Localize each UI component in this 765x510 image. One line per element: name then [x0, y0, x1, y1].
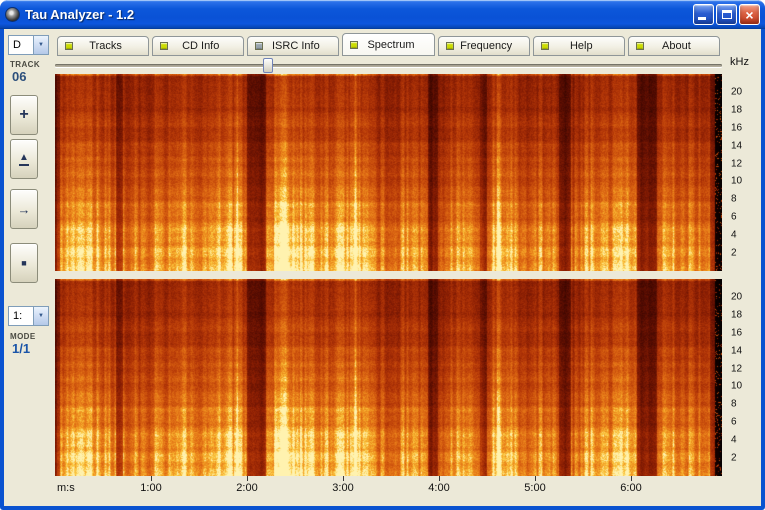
time-tick-mark: [247, 476, 248, 481]
tab-led-icon: [160, 42, 168, 50]
slider-thumb[interactable]: [263, 58, 273, 73]
freq-tick: 12: [731, 363, 742, 374]
freq-tick: 14: [731, 140, 742, 151]
freq-tick: 6: [731, 212, 737, 223]
time-tick-label: 2:00: [236, 482, 257, 494]
stop-button[interactable]: ■: [10, 243, 38, 283]
plus-button[interactable]: +: [10, 95, 38, 135]
freq-tick: 16: [731, 122, 742, 133]
tab-bar: Tracks CD Info ISRC Info Spectrum Freque…: [57, 33, 720, 56]
titlebar[interactable]: Tau Analyzer - 1.2 ×: [0, 0, 765, 29]
time-tick-mark: [535, 476, 536, 481]
freq-tick: 18: [731, 309, 742, 320]
tab-label: Spectrum: [364, 39, 433, 51]
time-tick-label: 4:00: [428, 482, 449, 494]
freq-axis-ch1: 20 18 16 14 12 10 8 6 4 2: [726, 74, 753, 271]
spectrogram-channel-2: [55, 279, 722, 476]
tab-isrc-info[interactable]: ISRC Info: [247, 36, 339, 56]
time-tick-label: 3:00: [332, 482, 353, 494]
freq-tick: 12: [731, 158, 742, 169]
freq-tick: 18: [731, 104, 742, 115]
mode-value: 1/1: [12, 341, 30, 356]
freq-tick: 10: [731, 381, 742, 392]
eject-button[interactable]: ▲: [10, 139, 38, 179]
freq-tick: 2: [731, 453, 737, 464]
tab-led-icon: [350, 41, 358, 49]
tab-led-icon: [65, 42, 73, 50]
tab-led-icon: [636, 42, 644, 50]
maximize-icon: [722, 10, 732, 19]
tab-label: ISRC Info: [269, 40, 338, 52]
freq-tick: 2: [731, 248, 737, 259]
freq-tick: 4: [731, 230, 737, 241]
tab-about[interactable]: About: [628, 36, 720, 56]
minimize-icon: [698, 17, 706, 20]
tab-cd-info[interactable]: CD Info: [152, 36, 244, 56]
tab-label: Help: [555, 40, 624, 52]
time-tick-mark: [439, 476, 440, 481]
eject-icon: ▲: [19, 153, 29, 166]
app-icon: [5, 7, 20, 22]
freq-tick: 8: [731, 399, 737, 410]
mode-label: MODE: [10, 332, 36, 341]
tab-label: CD Info: [174, 40, 243, 52]
spectrogram-channel-1: [55, 74, 722, 271]
tab-label: Tracks: [79, 40, 148, 52]
tab-led-icon: [446, 42, 454, 50]
close-button[interactable]: ×: [739, 4, 760, 25]
freq-tick: 8: [731, 194, 737, 205]
close-icon: ×: [745, 8, 753, 22]
chevron-down-icon: ▼: [38, 42, 44, 48]
chevron-down-icon: ▼: [38, 313, 44, 319]
freq-tick: 10: [731, 176, 742, 187]
window-controls: ×: [693, 4, 760, 25]
time-tick-label: 1:00: [140, 482, 161, 494]
scale-select-value: 1:: [9, 307, 33, 325]
scale-select[interactable]: 1: ▼: [8, 306, 49, 326]
app-window: Tau Analyzer - 1.2 × Tracks CD Info ISRC…: [0, 0, 765, 510]
minimize-button[interactable]: [693, 4, 714, 25]
time-tick-label: 6:00: [620, 482, 641, 494]
position-slider[interactable]: [55, 58, 722, 73]
arrow-right-icon: →: [18, 203, 31, 216]
plus-icon: +: [19, 107, 28, 123]
scale-select-dropdown-button[interactable]: ▼: [33, 307, 48, 325]
time-tick-mark: [343, 476, 344, 481]
time-tick-mark: [151, 476, 152, 481]
slider-track[interactable]: [55, 64, 722, 67]
maximize-button[interactable]: [716, 4, 737, 25]
drive-select-value: D: [9, 36, 33, 54]
freq-tick: 20: [731, 86, 742, 97]
track-number: 06: [12, 69, 26, 84]
tab-led-icon: [255, 42, 263, 50]
tab-frequency[interactable]: Frequency: [438, 36, 530, 56]
time-axis: m:s 1:00 2:00 3:00 4:00 5:00 6:00: [55, 476, 722, 502]
freq-tick: 6: [731, 417, 737, 428]
tab-label: About: [650, 40, 719, 52]
freq-axis-ch2: 20 18 16 14 12 10 8 6 4 2: [726, 279, 753, 476]
tab-label: Frequency: [460, 40, 529, 52]
tab-tracks[interactable]: Tracks: [57, 36, 149, 56]
track-label: TRACK: [10, 60, 40, 69]
client-area: Tracks CD Info ISRC Info Spectrum Freque…: [4, 29, 761, 506]
freq-tick: 16: [731, 327, 742, 338]
stop-icon: ■: [21, 259, 26, 268]
freq-tick: 14: [731, 345, 742, 356]
tab-led-icon: [541, 42, 549, 50]
freq-tick: 4: [731, 435, 737, 446]
next-button[interactable]: →: [10, 189, 38, 229]
tab-help[interactable]: Help: [533, 36, 625, 56]
tab-spectrum[interactable]: Spectrum: [342, 33, 434, 56]
window-title: Tau Analyzer - 1.2: [25, 7, 693, 22]
drive-select[interactable]: D ▼: [8, 35, 49, 55]
drive-select-dropdown-button[interactable]: ▼: [33, 36, 48, 54]
freq-tick: 20: [731, 291, 742, 302]
time-unit-label: m:s: [57, 482, 75, 494]
time-tick-mark: [631, 476, 632, 481]
time-tick-label: 5:00: [524, 482, 545, 494]
freq-unit-label: kHz: [730, 56, 749, 68]
